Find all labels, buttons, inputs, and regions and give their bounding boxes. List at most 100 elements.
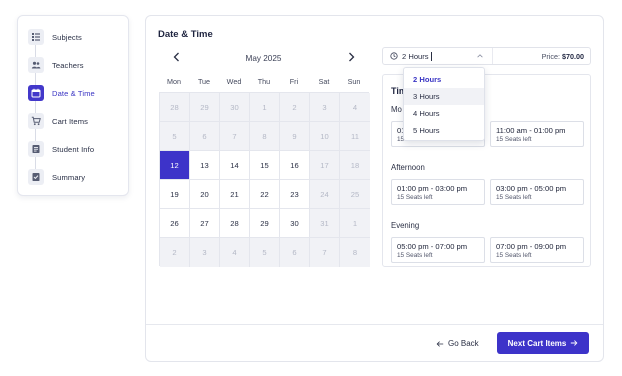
slot-time: 05:00 pm - 07:00 pm (397, 242, 468, 251)
day-cell: 5 (250, 238, 280, 267)
cart-icon (28, 113, 44, 129)
stepper-card: Subjects Teachers Date & Time Cart Items… (17, 15, 129, 196)
day-cell: 7 (310, 238, 340, 267)
slot-time: 07:00 pm - 09:00 pm (496, 242, 567, 251)
weekday-label: Sat (318, 77, 330, 86)
checklist-icon (28, 169, 44, 185)
day-cell[interactable]: 27 (190, 209, 220, 238)
text-cursor (430, 51, 432, 61)
day-cell: 30 (220, 93, 250, 122)
day-cell: 8 (250, 122, 280, 151)
time-slot[interactable]: 03:00 pm - 05:00 pm 15 Seats left (490, 179, 584, 205)
day-cell[interactable]: 14 (220, 151, 250, 180)
time-slot[interactable]: 11:00 am - 01:00 pm 15 Seats left (490, 121, 584, 147)
weekday-label: Fri (289, 77, 299, 86)
slot-group-label: Evening (391, 221, 420, 230)
time-slot[interactable]: 07:00 pm - 09:00 pm 15 Seats left (490, 237, 584, 263)
time-slot[interactable]: 01:00 pm - 03:00 pm 15 Seats left (391, 179, 485, 205)
day-cell: 24 (310, 180, 340, 209)
day-cell: 1 (340, 209, 370, 238)
duration-value: 2 Hours (402, 51, 429, 61)
document-icon (28, 141, 44, 157)
step-subjects[interactable]: Subjects (28, 28, 82, 46)
step-date-time[interactable]: Date & Time (28, 84, 95, 102)
day-cell: 11 (340, 122, 370, 151)
day-cell: 3 (190, 238, 220, 267)
day-cell[interactable]: 19 (160, 180, 190, 209)
slot-seats: 15 Seats left (496, 194, 532, 201)
day-cell: 17 (310, 151, 340, 180)
go-back-label: Go Back (448, 339, 479, 348)
duration-option[interactable]: 3 Hours (404, 88, 484, 105)
slot-group-label: Mo (391, 105, 402, 114)
day-cell: 3 (310, 93, 340, 122)
day-cell[interactable]: 26 (160, 209, 190, 238)
next-label: Next Cart Items (507, 338, 567, 348)
calendar-icon (28, 85, 44, 101)
list-icon (28, 29, 44, 45)
day-cell[interactable]: 28 (220, 209, 250, 238)
time-slot[interactable]: 05:00 pm - 07:00 pm 15 Seats left (391, 237, 485, 263)
step-label: Cart Items (52, 116, 89, 126)
day-cell: 6 (190, 122, 220, 151)
selected-day-cell[interactable]: 12 (160, 151, 190, 180)
weekday-label: Mon (167, 77, 181, 86)
duration-option[interactable]: 2 Hours (404, 71, 484, 88)
step-teachers[interactable]: Teachers (28, 56, 84, 74)
slot-time: 01:00 pm - 03:00 pm (397, 184, 468, 193)
price-label: Price: (541, 52, 561, 61)
day-cell[interactable]: 30 (280, 209, 310, 238)
weekday-label: Thu (257, 77, 271, 86)
step-summary[interactable]: Summary (28, 168, 85, 186)
clock-icon (390, 52, 398, 60)
day-cell: 28 (160, 93, 190, 122)
duration-select[interactable]: 2 Hours (383, 48, 493, 64)
slot-seats: 15 Seats left (496, 136, 532, 143)
day-cell: 1 (250, 93, 280, 122)
day-cell: 9 (280, 122, 310, 151)
day-cell: 8 (340, 238, 370, 267)
day-cell[interactable]: 16 (280, 151, 310, 180)
day-cell[interactable]: 13 (190, 151, 220, 180)
day-cell: 2 (280, 93, 310, 122)
section-title: Date & Time (158, 29, 213, 40)
slot-group-label: Afternoon (391, 163, 425, 172)
slot-time: 11:00 am - 01:00 pm (496, 126, 566, 135)
step-cart-items[interactable]: Cart Items (28, 112, 88, 130)
day-cell[interactable]: 15 (250, 151, 280, 180)
day-cell[interactable]: 22 (250, 180, 280, 209)
slot-seats: 15 Seats left (496, 252, 532, 259)
day-cell: 7 (220, 122, 250, 151)
duration-option[interactable]: 4 Hours (404, 105, 484, 122)
booking-panel: Date & Time May 2025 Mon Tue Wed Thu Fri Sat S… (145, 15, 604, 362)
users-icon (28, 57, 44, 73)
step-label: Summary (52, 172, 86, 182)
day-cell: 10 (310, 122, 340, 151)
day-cell[interactable]: 23 (280, 180, 310, 209)
day-cell[interactable]: 29 (250, 209, 280, 238)
day-cell[interactable]: 20 (190, 180, 220, 209)
next-month-button[interactable] (344, 50, 358, 64)
arrow-right-icon (571, 340, 578, 346)
slot-time: 03:00 pm - 05:00 pm (496, 184, 567, 193)
step-label: Student Info (52, 144, 95, 154)
day-cell: 4 (220, 238, 250, 267)
step-student-info[interactable]: Student Info (28, 140, 94, 158)
day-cell: 6 (280, 238, 310, 267)
chevron-right-icon (349, 52, 355, 62)
go-back-button[interactable]: Go Back (436, 335, 484, 352)
day-cell[interactable]: 21 (220, 180, 250, 209)
chevron-up-icon (476, 52, 484, 60)
calendar-month-label: May 2025 (245, 54, 282, 63)
arrow-left-icon (436, 340, 444, 347)
day-cell: 31 (310, 209, 340, 238)
weekday-label: Wed (226, 77, 242, 86)
duration-option[interactable]: 5 Hours (404, 122, 484, 139)
price-value: $70.00 (562, 52, 584, 61)
step-label: Subjects (52, 32, 82, 42)
footer-divider (146, 324, 603, 325)
duration-price-bar: 2 Hours Price: $70.00 (382, 47, 591, 65)
next-cart-items-button[interactable]: Next Cart Items (497, 332, 589, 354)
day-cell: 29 (190, 93, 220, 122)
day-cell: 5 (160, 122, 190, 151)
